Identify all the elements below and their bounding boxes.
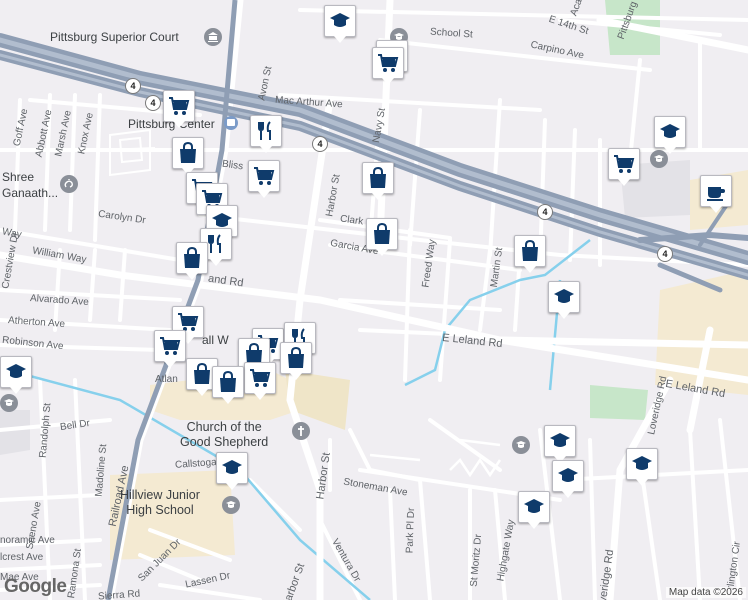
label-pittsburg-superior-court: Pittsburg Superior Court	[50, 30, 179, 44]
school-marker[interactable]	[654, 116, 686, 154]
label-hillview: Hillview Junior High School	[120, 488, 200, 517]
label-panoramic: noramic Ave	[0, 535, 55, 546]
hillview-school-icon	[222, 496, 240, 514]
shopping-bag-marker[interactable]	[366, 218, 398, 256]
shopping-cart-marker[interactable]	[248, 160, 280, 198]
shopping-bag-marker[interactable]	[362, 162, 394, 200]
shopping-bag-marker[interactable]	[172, 137, 204, 175]
school-poi-icon-west	[0, 394, 18, 412]
church-icon	[292, 422, 310, 440]
highway-4-shield: 4	[537, 204, 553, 220]
shopping-cart-marker[interactable]	[163, 90, 195, 128]
highway-4-shield: 4	[657, 246, 673, 262]
courthouse-icon	[204, 28, 222, 46]
label-atlantic: Atlan	[155, 374, 178, 385]
shopping-bag-marker[interactable]	[514, 235, 546, 273]
label-mall: all W	[202, 333, 229, 347]
school-marker[interactable]	[544, 425, 576, 463]
school-marker[interactable]	[518, 491, 550, 529]
highway-4-shield: 4	[312, 136, 328, 152]
label-church: Church of the Good Shepherd	[180, 420, 269, 449]
school-marker[interactable]	[324, 5, 356, 43]
school-marker[interactable]	[626, 448, 658, 486]
highway-4-shield: 4	[125, 78, 141, 94]
google-logo[interactable]: Google	[4, 576, 67, 598]
label-sierra: Sierra Rd	[97, 588, 141, 600]
school-marker[interactable]	[548, 281, 580, 319]
shopping-cart-marker[interactable]	[154, 330, 186, 368]
label-ganaath: Ganaath...	[2, 186, 59, 200]
gray-block-2	[0, 410, 30, 455]
school-marker[interactable]	[216, 452, 248, 490]
shopping-cart-marker[interactable]	[608, 148, 640, 186]
label-shree: Shree	[2, 170, 35, 184]
shopping-bag-marker[interactable]	[212, 366, 244, 404]
shopping-cart-marker[interactable]	[244, 362, 276, 400]
restaurant-marker[interactable]	[250, 115, 282, 153]
park-area	[590, 385, 648, 420]
coffee-marker[interactable]	[700, 175, 732, 213]
school-marker[interactable]	[0, 356, 32, 394]
temple-icon	[60, 175, 78, 193]
shopping-bag-marker[interactable]	[280, 342, 312, 380]
shopping-cart-marker[interactable]	[372, 47, 404, 85]
school-poi-icon-se	[512, 436, 530, 454]
transit-station-icon	[224, 116, 238, 130]
label-hillcrest: lcrest Ave	[0, 552, 44, 563]
highway-4-shield: 4	[145, 95, 161, 111]
map-attribution[interactable]: Map data ©2026	[665, 587, 746, 598]
label-park-pl: Park Pl Dr	[404, 507, 418, 554]
map-canvas[interactable]: Pittsburg Superior Court School St E 14t…	[0, 0, 748, 600]
school-marker[interactable]	[552, 460, 584, 498]
shopping-bag-marker[interactable]	[176, 242, 208, 280]
